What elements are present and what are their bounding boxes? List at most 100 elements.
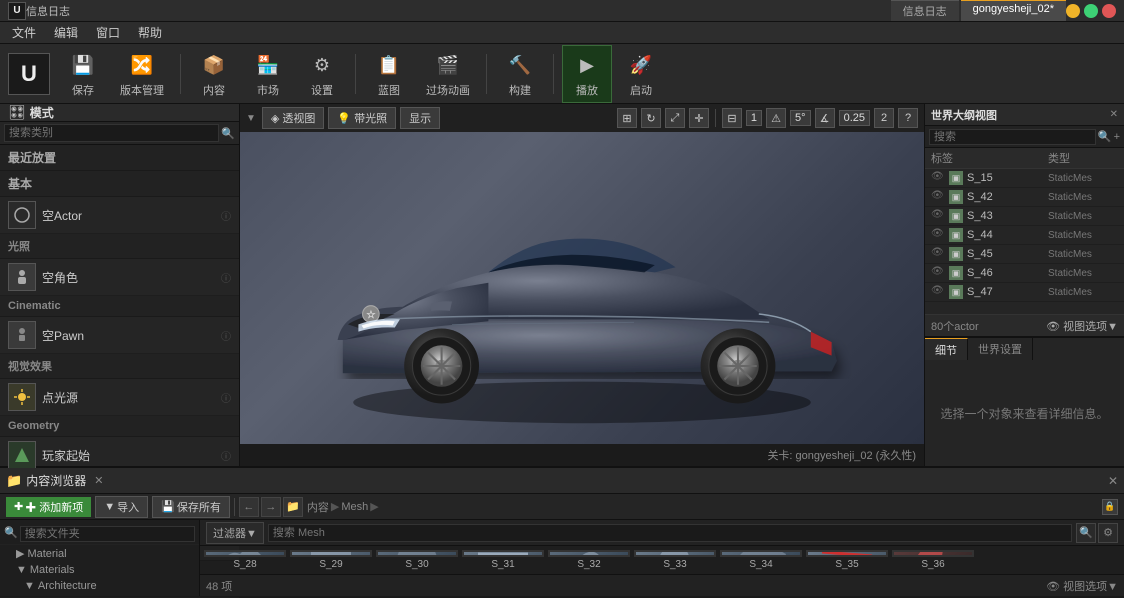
eye-icon[interactable]: 👁 [931,228,945,242]
vp-move-icon[interactable]: ✛ [689,108,709,128]
modes-search-input[interactable] [4,124,219,142]
vp-scale[interactable]: 0.25 [839,110,870,126]
vp-grid-snap-icon[interactable]: ⊟ [722,108,742,128]
modes-search[interactable]: 🔍 [0,122,239,145]
mesh-item-s34[interactable]: S_34 [720,550,802,570]
toolbar-play[interactable]: ▶ 播放 [562,45,612,103]
mesh-item-s35[interactable]: S_35 [806,550,888,570]
vp-perspective-btn[interactable]: ◈ 透视图 [262,107,324,129]
char-info: ⓘ [221,270,231,285]
settings-icon[interactable]: ⚙ [1098,523,1118,543]
vp-angle[interactable]: 5° [790,110,811,126]
eye-icon[interactable]: 👁 [931,171,945,185]
item-empty-actor[interactable]: 空Actor ⓘ [0,197,239,234]
item-empty-pawn[interactable]: 空Pawn ⓘ [0,317,239,354]
content-search-input[interactable] [268,524,1072,542]
toolbar-save[interactable]: 💾 保存 [58,46,108,102]
mesh-item-s28[interactable]: S_28 [204,550,286,570]
filter-btn[interactable]: 过滤器▼ [206,522,264,544]
vp-lighting-btn[interactable]: 💡 带光照 [328,107,396,129]
item-point-light[interactable]: 点光源 ⓘ [0,379,239,416]
mesh-item-s31[interactable]: S_31 [462,550,544,570]
cb-lock-btn[interactable]: 🔒 [1102,499,1118,515]
vp-help-icon[interactable]: ? [898,108,918,128]
outliner-item[interactable]: 👁 ▣ S_45 StaticMes [925,245,1124,264]
view-options-btn[interactable]: 👁 视图选项▼ [1046,318,1118,334]
window-title: 信息日志 [26,3,891,19]
file-tree-search[interactable]: 🔍 [0,524,199,545]
outliner-item[interactable]: 👁 ▣ S_47 StaticMes [925,283,1124,302]
minimize-button[interactable] [1066,4,1080,18]
eye-icon[interactable]: 👁 [931,247,945,261]
eye-icon[interactable]: 👁 [931,190,945,204]
vp-scale-icon[interactable]: ⤢ [665,108,685,128]
vp-scale-num[interactable]: 2 [874,108,894,128]
mesh-item-s30[interactable]: S_30 [376,550,458,570]
tree-item-architecture[interactable]: ▼ Architecture [0,578,199,594]
maximize-button[interactable] [1084,4,1098,18]
toolbar-build[interactable]: 🔨 构建 [495,46,545,102]
outliner-search[interactable]: 🔍 + [925,126,1124,148]
menu-file[interactable]: 文件 [4,22,44,43]
add-new-btn[interactable]: ✚ ✚ 添加新项 [6,497,91,517]
back-btn[interactable]: ← [239,497,259,517]
tab-world-settings[interactable]: 世界设置 [968,338,1033,360]
content-view-options-btn[interactable]: 👁 视图选项▼ [1046,578,1118,594]
outliner-item[interactable]: 👁 ▣ S_43 StaticMes [925,207,1124,226]
eye-icon[interactable]: 👁 [931,266,945,280]
mesh-label: S_30 [405,559,428,570]
outliner-add-icon[interactable]: + [1114,131,1120,143]
menu-window[interactable]: 窗口 [88,22,128,43]
import-btn[interactable]: ▼ 导入 [95,496,148,518]
vp-show-btn[interactable]: 显示 [400,107,440,129]
search-icon[interactable]: 🔍 [1076,523,1096,543]
outliner-item[interactable]: 👁 ▣ S_44 StaticMes [925,226,1124,245]
vp-grid-num[interactable]: 1 [746,110,762,126]
player-info: ⓘ [221,448,231,463]
outliner-search-input[interactable] [929,129,1096,145]
mesh-item-s32[interactable]: S_32 [548,550,630,570]
vp-rotate-icon[interactable]: ↻ [641,108,661,128]
outliner-item[interactable]: 👁 ▣ S_15 StaticMes [925,169,1124,188]
toolbar-separator-3 [486,54,487,94]
tab-log[interactable]: 信息日志 [891,0,959,21]
outliner-item[interactable]: 👁 ▣ S_46 StaticMes [925,264,1124,283]
outliner-item[interactable]: 👁 ▣ S_42 StaticMes [925,188,1124,207]
vp-grid-icon[interactable]: ⊞ [617,108,637,128]
close-button[interactable] [1102,4,1116,18]
toolbar-content[interactable]: 📦 内容 [189,46,239,102]
cb-close-btn[interactable]: ✕ [1108,474,1118,488]
toolbar-launch[interactable]: 🚀 启动 [616,46,666,102]
menu-help[interactable]: 帮助 [130,22,170,43]
item-type: StaticMes [1048,230,1118,241]
tab-details[interactable]: 细节 [925,338,968,360]
toolbar-cinematic[interactable]: 🎬 过场动画 [418,46,478,102]
eye-icon[interactable]: 👁 [931,285,945,299]
outliner-close-icon[interactable]: ✕ [1110,109,1118,120]
mesh-item-s36[interactable]: S_36 [892,550,974,570]
vp-angle-icon[interactable]: ∡ [815,108,835,128]
forward-btn[interactable]: → [261,497,281,517]
eye-icon[interactable]: 👁 [931,209,945,223]
tab-active[interactable]: gongyesheji_02* [961,0,1066,21]
mesh-item-s29[interactable]: S_29 [290,550,372,570]
save-all-btn[interactable]: 💾 保存所有 [152,496,230,518]
car-viewport[interactable]: ☆ [240,132,924,444]
toolbar-market[interactable]: 🏪 市场 [243,46,293,102]
folder-btn[interactable]: 📁 [283,497,303,517]
item-empty-char[interactable]: 空角色 ⓘ [0,259,239,296]
file-tree-search-input[interactable] [20,526,195,542]
toolbar-settings[interactable]: ⚙ 设置 [297,46,347,102]
vp-warning-icon[interactable]: ⚠ [766,108,786,128]
menu-edit[interactable]: 编辑 [46,22,86,43]
content-search[interactable] [268,524,1072,542]
path-content[interactable]: 内容 [307,499,329,515]
viewport[interactable]: ▼ ◈ 透视图 💡 带光照 显示 ⊞ ↻ ⤢ ✛ ⊟ 1 ⚠ 5° [240,104,924,466]
tree-item-material[interactable]: ▶ Material [0,545,199,562]
vp-expand-icon[interactable]: ▼ [246,113,256,124]
toolbar-version[interactable]: 🔀 版本管理 [112,46,172,102]
path-mesh[interactable]: Mesh [341,501,368,513]
mesh-item-s33[interactable]: S_33 [634,550,716,570]
tree-item-materials[interactable]: ▼ Materials [0,562,199,578]
toolbar-blueprint[interactable]: 📋 蓝图 [364,46,414,102]
